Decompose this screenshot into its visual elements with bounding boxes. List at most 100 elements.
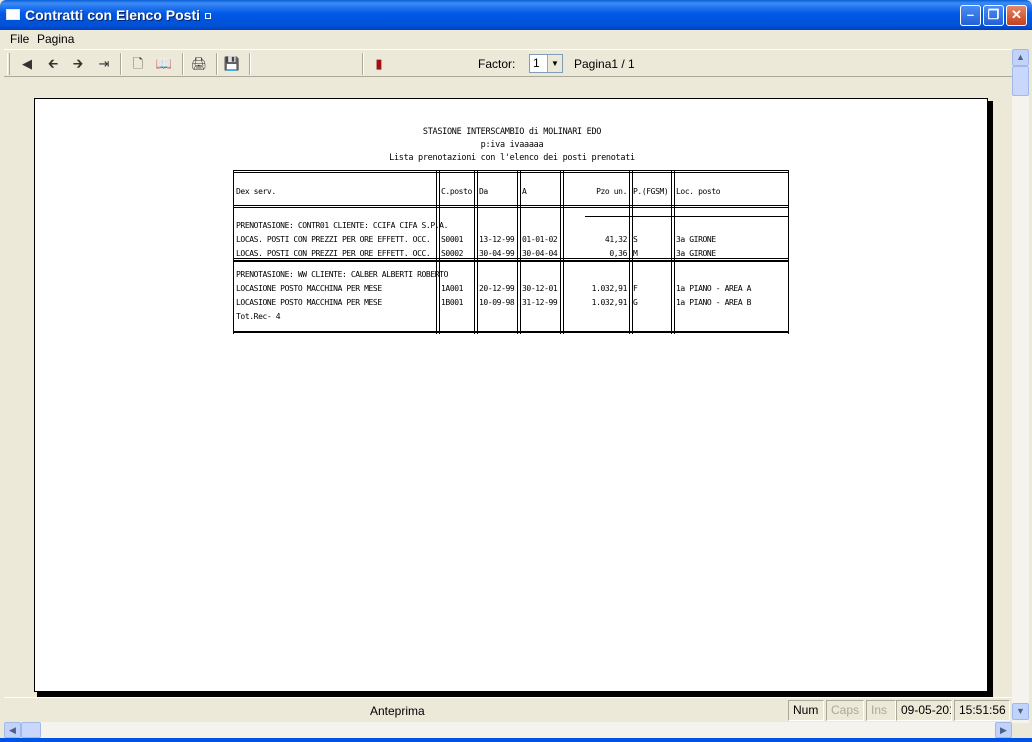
- exit-door-icon[interactable]: ▮: [368, 54, 390, 74]
- chevron-down-icon[interactable]: ▼: [547, 55, 562, 72]
- row-code: 1A001: [441, 284, 464, 293]
- factor-label: Factor:: [478, 57, 516, 71]
- column-border: [671, 170, 672, 334]
- caps-lock-indicator: Caps: [826, 700, 864, 721]
- row-from: 30-04-99: [479, 249, 515, 258]
- print-preview-area[interactable]: STASIONE INTERSCAMBIO di MOLINARI EDO p:…: [4, 77, 1012, 697]
- row-code: S0002: [441, 249, 464, 258]
- column-border: [788, 170, 789, 334]
- row-to: 30-04-04: [522, 249, 558, 258]
- factor-value: 1: [533, 56, 540, 70]
- row-description: LOCASIONE POSTO MACCHINA PER MESE: [236, 284, 382, 293]
- column-border: [474, 170, 475, 334]
- report-footer-total: Tot.Rec- 4: [236, 312, 281, 321]
- previous-page-icon[interactable]: 🡰: [42, 54, 64, 74]
- row-from: 13-12-99: [479, 235, 515, 244]
- column-border: [629, 170, 630, 334]
- row-to: 31-12-99: [522, 298, 558, 307]
- app-icon: [6, 9, 20, 20]
- single-page-icon[interactable]: 🗋: [127, 54, 149, 74]
- row-from: 20-12-99: [479, 284, 515, 293]
- column-header-from: Da: [479, 187, 488, 196]
- horizontal-scroll-thumb[interactable]: [21, 722, 41, 738]
- menu-file[interactable]: File: [10, 32, 29, 46]
- horizontal-scrollbar[interactable]: ◀ ▶: [4, 722, 1012, 738]
- menu-pagina[interactable]: Pagina: [37, 32, 74, 46]
- toolbar-separator: [249, 53, 251, 75]
- window-title-text: Contratti con Elenco Posti: [25, 7, 201, 23]
- row-price: 41,32: [604, 235, 627, 244]
- row-code: S0001: [441, 235, 464, 244]
- vertical-scroll-thumb[interactable]: [1012, 66, 1029, 96]
- row-to: 01-01-02: [522, 235, 558, 244]
- column-header-description: Dex serv.: [236, 187, 276, 196]
- status-date: 09-05-2016: [896, 700, 952, 721]
- scroll-down-icon[interactable]: ▼: [1012, 703, 1029, 720]
- status-text: Anteprima: [370, 704, 425, 718]
- factor-select[interactable]: 1 ▼: [529, 54, 563, 73]
- group-header: PRENOTASIONE: CONTR01 CLIENTE: CCIFA CIF…: [236, 221, 448, 230]
- row-period: S: [633, 235, 638, 244]
- report-table: Dex serv. C.posto Da A Pzo un. P.(FGSM) …: [233, 170, 789, 334]
- table-top-rule: [233, 170, 789, 173]
- preview-page: STASIONE INTERSCAMBIO di MOLINARI EDO p:…: [34, 98, 988, 692]
- column-border: [563, 170, 564, 334]
- row-price: 1.032,91: [591, 284, 628, 293]
- table-bottom-rule: [233, 331, 789, 333]
- window-title-marker-icon: [205, 13, 212, 20]
- next-page-icon[interactable]: 🡲: [67, 54, 89, 74]
- column-border: [233, 170, 234, 334]
- scroll-left-icon[interactable]: ◀: [4, 722, 21, 738]
- row-location: 3a GIRONE: [676, 235, 716, 244]
- row-location: 1a PIANO - AREA B: [676, 298, 752, 307]
- toolbar-separator: [216, 53, 218, 75]
- column-border: [477, 170, 478, 334]
- page-indicator: Pagina1 / 1: [574, 57, 635, 71]
- toolbar: ◀​ 🡰 🡲 ⇥ 🗋 📖 🖨 💾 ▮ Factor: 1 ▼ Pagina1 /…: [4, 49, 1012, 77]
- insert-indicator: Ins: [866, 700, 896, 721]
- row-period: M: [633, 249, 638, 258]
- column-header-period: P.(FGSM): [633, 187, 669, 196]
- column-border: [436, 170, 437, 334]
- vertical-scrollbar[interactable]: ▲ ▼: [1012, 49, 1029, 723]
- export-icon[interactable]: 💾: [221, 54, 243, 74]
- toolbar-separator: [362, 53, 364, 75]
- row-description: LOCASIONE POSTO MACCHINA PER MESE: [236, 298, 382, 307]
- maximize-button[interactable]: ❐: [983, 5, 1004, 26]
- scroll-up-icon[interactable]: ▲: [1012, 49, 1029, 66]
- window-bottom-border: [0, 738, 1032, 742]
- row-location: 3a GIRONE: [676, 249, 716, 258]
- column-border: [439, 170, 440, 334]
- column-border: [674, 170, 675, 334]
- row-description: LOCAS. POSTI CON PREZZI PER ORE EFFETT. …: [236, 249, 431, 258]
- close-button[interactable]: ✕: [1006, 5, 1027, 26]
- row-to: 30-12-01: [522, 284, 558, 293]
- two-pages-icon[interactable]: 📖: [153, 54, 175, 74]
- column-header-code: C.posto: [441, 187, 472, 196]
- menu-bar: File Pagina: [4, 30, 1028, 49]
- print-icon[interactable]: 🖨: [188, 54, 210, 74]
- column-header-price: Pzo un.: [596, 187, 627, 196]
- column-header-to: A: [522, 187, 527, 196]
- subtotal-rule: [585, 216, 789, 217]
- row-price: 0,36: [609, 249, 627, 258]
- status-bar: Anteprima Num Caps Ins 09-05-2016 15:51:…: [4, 697, 1012, 722]
- row-period: G: [633, 298, 638, 307]
- num-lock-indicator: Num: [788, 700, 824, 721]
- title-bar[interactable]: Contratti con Elenco Posti – ❐ ✕: [0, 0, 1032, 30]
- column-border: [517, 170, 518, 334]
- row-period: F: [633, 284, 638, 293]
- first-page-icon[interactable]: ◀​: [16, 54, 38, 74]
- row-underline: [233, 258, 789, 259]
- application-window: Contratti con Elenco Posti – ❐ ✕ File Pa…: [0, 0, 1032, 742]
- scroll-right-icon[interactable]: ▶: [995, 722, 1012, 738]
- minimize-button[interactable]: –: [960, 5, 981, 26]
- report-vat: p:iva ivaaaaa: [480, 140, 544, 150]
- group-separator: [233, 260, 789, 262]
- window-title: Contratti con Elenco Posti: [25, 7, 212, 23]
- row-description: LOCAS. POSTI CON PREZZI PER ORE EFFETT. …: [236, 235, 431, 244]
- row-price: 1.032,91: [591, 298, 628, 307]
- toolbar-grip[interactable]: [7, 53, 10, 75]
- column-border: [560, 170, 561, 334]
- last-page-icon[interactable]: ⇥: [93, 54, 115, 74]
